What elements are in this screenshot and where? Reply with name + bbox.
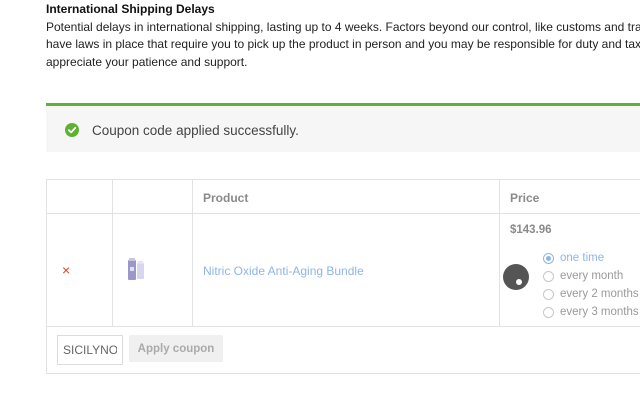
cart-table: Product Price × Nitric Oxide Anti-Aging …	[46, 179, 640, 374]
header-divider	[47, 213, 640, 214]
radio-icon[interactable]	[543, 289, 554, 300]
column-header-product: Product	[203, 191, 249, 205]
apply-coupon-button[interactable]: Apply coupon	[129, 335, 223, 362]
radio-selected-icon[interactable]	[543, 253, 554, 264]
success-message-text: Coupon code applied successfully.	[92, 123, 299, 138]
column-divider	[499, 180, 500, 327]
purchase-option-label: every month	[560, 270, 624, 282]
product-price: $143.96	[510, 224, 552, 236]
column-header-price: Price	[510, 191, 540, 205]
radio-icon[interactable]	[543, 271, 554, 282]
notice-text-line: Potential delays in international shippi…	[46, 20, 640, 34]
success-message: Coupon code applied successfully.	[46, 103, 640, 152]
row-divider	[47, 326, 640, 327]
purchase-option-label: every 2 months	[560, 288, 639, 300]
purchase-option-label: one time	[560, 252, 605, 264]
radio-icon[interactable]	[543, 307, 554, 318]
column-divider	[112, 180, 113, 327]
notice-text-line: have laws in place that require you to p…	[46, 37, 640, 51]
column-divider	[192, 180, 193, 327]
notice-title: International Shipping Delays	[46, 2, 215, 16]
product-thumbnail[interactable]	[126, 256, 148, 282]
product-name-link[interactable]: Nitric Oxide Anti-Aging Bundle	[203, 264, 364, 278]
purchase-option-label: every 3 months	[560, 306, 639, 318]
coupon-code-input[interactable]	[57, 335, 123, 365]
check-circle-icon	[65, 123, 79, 137]
remove-item-button[interactable]: ×	[62, 263, 70, 277]
product-thumbnail-icon	[128, 258, 144, 280]
notice-text-line: appreciate your patience and support.	[46, 55, 248, 69]
support-chat-icon[interactable]	[503, 264, 529, 290]
